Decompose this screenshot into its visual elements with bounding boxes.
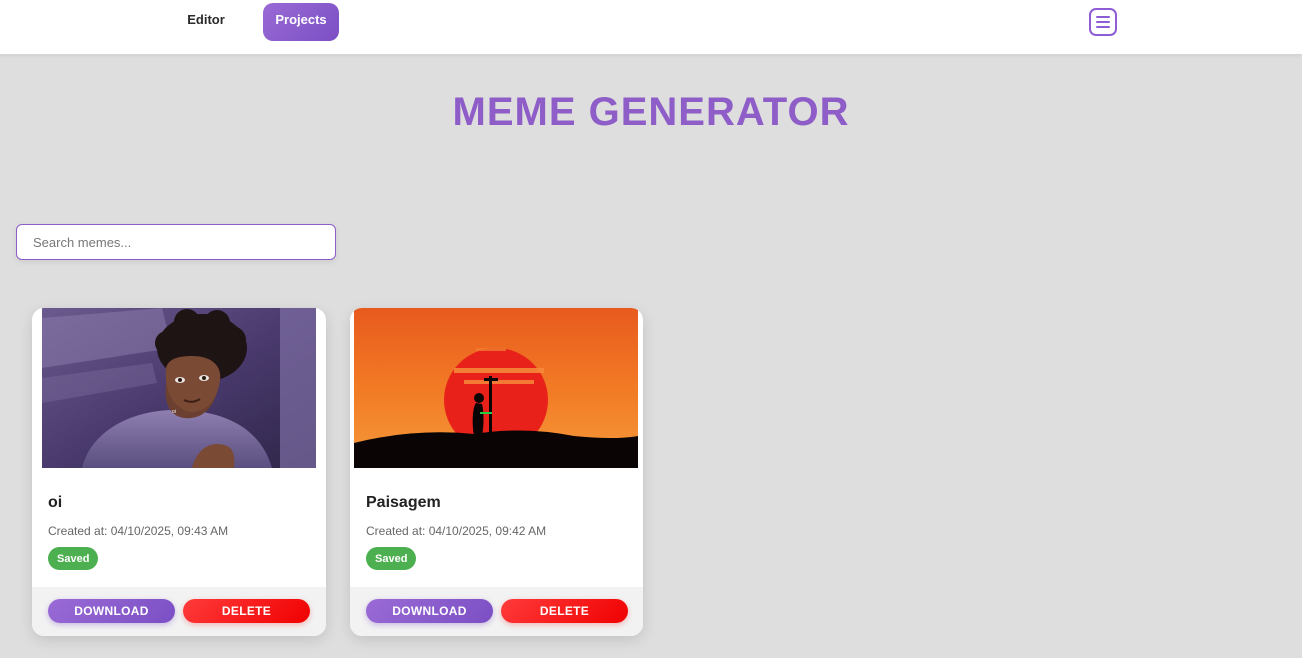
- download-button[interactable]: DOWNLOAD: [366, 599, 493, 623]
- menu-icon-bar: [1096, 21, 1110, 23]
- meme-created-date: Created at: 04/10/2025, 09:43 AM: [48, 524, 229, 538]
- meme-thumbnail[interactable]: [354, 308, 638, 468]
- meme-image-sunset: [354, 308, 638, 468]
- meme-thumbnail[interactable]: oi: [42, 308, 316, 468]
- delete-button[interactable]: DELETE: [183, 599, 310, 623]
- page-title: MEME GENERATOR: [452, 90, 850, 134]
- nav-projects-link[interactable]: Projects: [263, 3, 339, 41]
- status-badge: Saved: [366, 547, 417, 570]
- menu-icon: [1096, 16, 1110, 18]
- meme-card: oi oi Created at: 04/10/2025, 09:43 AM S…: [32, 308, 326, 636]
- meme-created-date: Created at: 04/10/2025, 09:42 AM: [366, 524, 547, 538]
- meme-title: oi: [48, 494, 63, 511]
- nav-editor-link[interactable]: Editor: [176, 3, 236, 41]
- search-input[interactable]: [16, 224, 336, 260]
- card-actions: DOWNLOAD DELETE: [32, 587, 326, 636]
- meme-caption-text: oi: [172, 409, 176, 415]
- card-actions: DOWNLOAD DELETE: [350, 587, 643, 636]
- download-button[interactable]: DOWNLOAD: [48, 599, 175, 623]
- meme-image-character: oi: [42, 308, 316, 468]
- status-badge: Saved: [48, 547, 99, 570]
- menu-icon-bar: [1096, 26, 1110, 28]
- delete-button[interactable]: DELETE: [501, 599, 628, 623]
- meme-title: Paisagem: [366, 494, 441, 511]
- menu-button[interactable]: [1089, 8, 1117, 36]
- meme-card: Paisagem Created at: 04/10/2025, 09:42 A…: [350, 308, 643, 636]
- top-navbar: Editor Projects: [0, 0, 1302, 54]
